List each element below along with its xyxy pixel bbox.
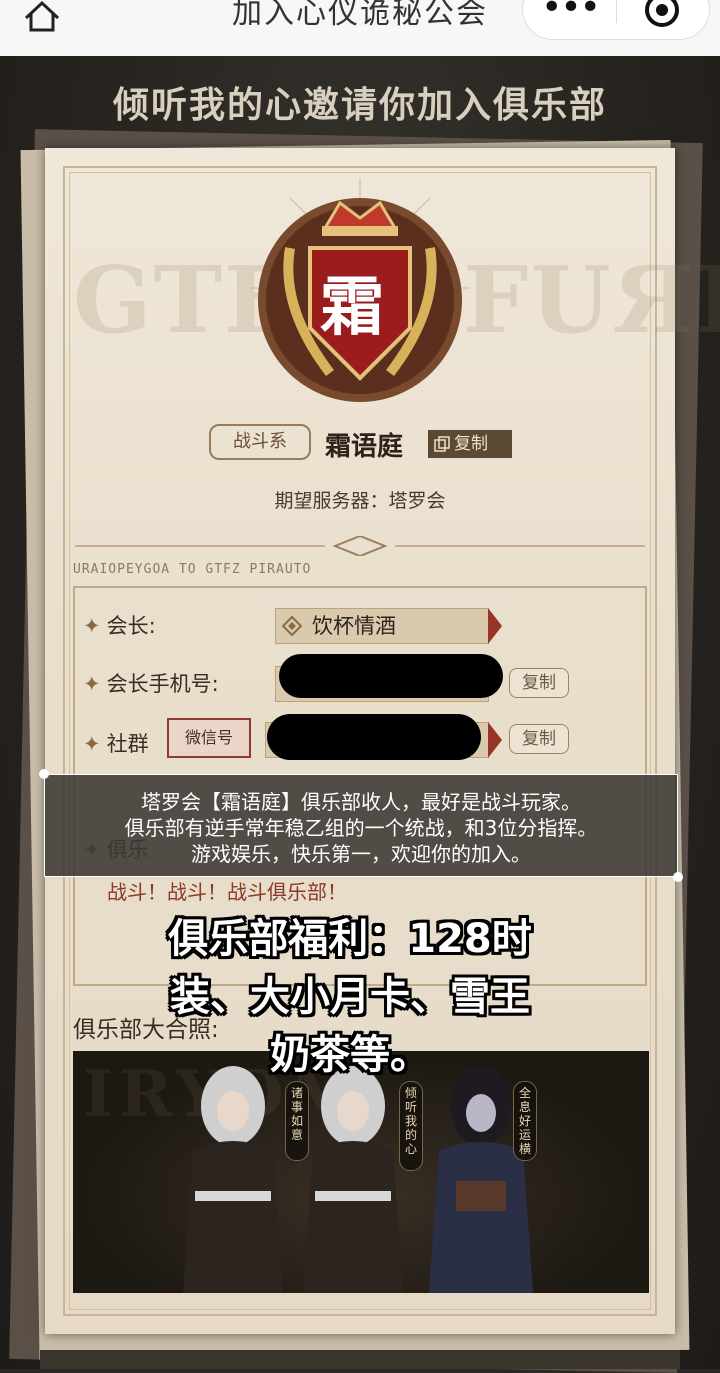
character-figure-2 [303,1066,403,1293]
close-target-icon[interactable] [641,0,683,31]
club-group-photo: IRYOM 诸事如意 倾听我的心 全息好运横 [73,1051,649,1293]
phone-label: ✦ 会长手机号: [83,672,219,696]
copy-label: 复制 [454,434,488,454]
copy-icon [434,436,450,452]
club-type-tag: 战斗系 [209,424,311,460]
copy-wechat-button[interactable]: 复制 [509,724,569,754]
server-line: 期望服务器：塔罗会 [274,490,446,512]
diamond-icon [282,616,302,636]
capsule-divider [616,0,617,23]
character-figure-1 [183,1066,283,1293]
wechat-tag: 微信号 [167,718,251,758]
caption-line-1: 塔罗会【霜语庭】俱乐部收人，最好是战斗玩家。 [141,790,581,814]
star-icon: ✦ [83,672,101,696]
emblem-character: 霜 [320,270,384,345]
leader-label: ✦ 会长: [83,614,156,638]
benefits-line-2: 装、大小月卡、雪王 [170,974,530,1020]
club-name: 霜语庭 [325,432,404,462]
redacted-wechat [267,714,481,760]
caption-line-2: 俱乐部有逆手常年稳乙组的一个统战，和3位分指挥。 [124,816,598,840]
club-card: GTFZ FUЯH 霜 战斗系 霜语庭 复制 期望服务器：塔罗会 URAIOPE… [45,148,720,1334]
star-icon: ✦ [83,732,101,756]
leader-name-ribbon: 饮杯情酒 [275,608,502,644]
community-label: ✦ 社群 [83,732,149,756]
redacted-phone [279,654,503,698]
benefits-overlay-text: 俱乐部福利：128时 装、大小月卡、雪王 奶茶等。 [150,910,550,1084]
caption-resize-handle-top-left[interactable] [39,769,49,779]
more-menu-button[interactable]: ••• [541,0,601,26]
photo-tag-1: 诸事如意 [285,1081,309,1161]
mini-program-capsule: ••• [522,0,710,40]
copy-club-name-button[interactable]: 复制 [428,430,512,458]
copy-phone-button[interactable]: 复制 [509,668,569,698]
ornament-divider [75,536,645,556]
ribbon-tip [488,608,502,644]
benefits-line-3: 奶茶等。 [270,1032,430,1078]
photo-tag-3: 全息好运横 [513,1081,537,1161]
star-icon: ✦ [83,614,101,638]
next-card-edge [40,1350,680,1369]
caption-text-box[interactable]: 塔罗会【霜语庭】俱乐部收人，最好是战斗玩家。 俱乐部有逆手常年稳乙组的一个统战，… [44,774,678,877]
club-slogan: 战斗！战斗！战斗俱乐部！ [107,880,347,904]
leader-name: 饮杯情酒 [312,614,396,638]
rune-text-line: URAIOPEYGOA TO GTFZ PIRAUTO [73,562,312,577]
photo-tag-2: 倾听我的心 [399,1081,423,1171]
top-nav-bar: 加入心仪诡秘公会 ••• [0,0,720,57]
caption-line-3: 游戏娱乐，快乐第一，欢迎你的加入。 [191,842,531,866]
ribbon-tip [488,722,502,758]
rune-watermark-right: FUЯH [463,246,720,354]
invite-headline: 倾听我的心邀请你加入俱乐部 [112,84,607,126]
caption-resize-handle-bottom-right[interactable] [673,872,683,882]
benefits-line-1: 俱乐部福利：128时 [168,916,532,962]
